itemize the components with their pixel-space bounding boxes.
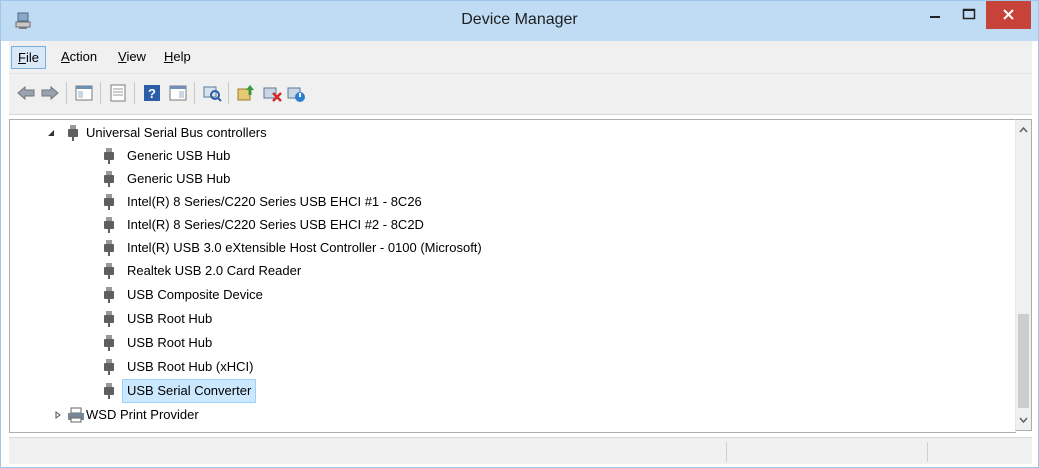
tree-category-label: Universal Serial Bus controllers <box>86 125 267 140</box>
usb-device-icon <box>104 217 114 233</box>
tree-category-wsd-print-provider[interactable]: WSD Print Provider <box>10 404 1010 426</box>
collapse-chevron-icon[interactable] <box>47 129 55 137</box>
menu-help[interactable]: Help <box>164 49 191 64</box>
tree-item-device[interactable]: USB Root Hub <box>10 332 1010 354</box>
tree-item-label: USB Composite Device <box>127 287 263 302</box>
title-bar[interactable]: Device Manager <box>1 1 1038 41</box>
usb-device-icon <box>104 287 114 303</box>
usb-device-icon <box>104 171 114 187</box>
maximize-button[interactable] <box>952 1 986 29</box>
usb-device-icon <box>104 335 114 351</box>
minimize-icon <box>930 16 940 18</box>
tree-item-device[interactable]: Intel(R) 8 Series/C220 Series USB EHCI #… <box>10 191 1010 213</box>
device-tree[interactable]: Universal Serial Bus controllers Generic… <box>9 119 1016 433</box>
menu-action[interactable]: Action <box>61 49 97 64</box>
window-title: Device Manager <box>461 11 578 28</box>
scroll-up-icon[interactable] <box>1016 120 1031 140</box>
tree-item-label: USB Root Hub <box>127 335 213 350</box>
tree-item-label: Realtek USB 2.0 Card Reader <box>127 263 302 278</box>
usb-device-icon <box>104 240 114 256</box>
tree-item-label: Intel(R) USB 3.0 eXtensible Host Control… <box>127 240 482 255</box>
tree-item-label: USB Root Hub <box>127 311 213 326</box>
show-hide-console-tree-icon[interactable] <box>73 82 95 104</box>
tree-item-device[interactable]: Realtek USB 2.0 Card Reader <box>10 260 1010 282</box>
usb-device-icon <box>104 383 114 399</box>
scroll-down-icon[interactable] <box>1016 410 1031 430</box>
tree-item-device[interactable]: Intel(R) USB 3.0 eXtensible Host Control… <box>10 237 1010 259</box>
toolbar-separator <box>194 82 195 104</box>
usb-device-icon <box>104 194 114 210</box>
help-icon[interactable]: ? <box>141 82 163 104</box>
uninstall-icon[interactable] <box>261 82 283 104</box>
tree-category-usb-controllers[interactable]: Universal Serial Bus controllers <box>10 122 1010 144</box>
menu-file[interactable]: File <box>11 46 46 69</box>
device-manager-window: Device Manager File Action View Help ? U… <box>0 0 1039 468</box>
toolbar-separator <box>100 82 101 104</box>
close-button[interactable] <box>986 1 1031 29</box>
tree-item-label: Generic USB Hub <box>127 148 231 163</box>
printer-icon <box>68 407 84 423</box>
tree-item-device-selected[interactable]: USB Serial Converter <box>10 379 1010 403</box>
enable-device-icon[interactable] <box>285 82 307 104</box>
maximize-icon <box>962 8 976 20</box>
svg-text:?: ? <box>148 86 156 101</box>
status-divider <box>726 442 727 462</box>
tree-item-device[interactable]: USB Root Hub (xHCI) <box>10 356 1010 378</box>
status-divider <box>927 442 928 462</box>
tree-item-device[interactable]: Intel(R) 8 Series/C220 Series USB EHCI #… <box>10 214 1010 236</box>
usb-device-icon <box>104 263 114 279</box>
toolbar: ? <box>9 74 1032 115</box>
toolbar-separator <box>134 82 135 104</box>
usb-device-icon <box>104 148 114 164</box>
update-driver-icon[interactable] <box>235 82 257 104</box>
tree-item-label: USB Root Hub (xHCI) <box>127 359 254 374</box>
toolbar-separator <box>228 82 229 104</box>
tree-item-device[interactable]: USB Composite Device <box>10 284 1010 306</box>
toolbar-separator <box>66 82 67 104</box>
minimize-button[interactable] <box>918 1 952 29</box>
tree-item-label: Generic USB Hub <box>127 171 231 186</box>
properties-icon[interactable] <box>107 82 129 104</box>
back-icon[interactable] <box>15 82 37 104</box>
tree-item-label: Intel(R) 8 Series/C220 Series USB EHCI #… <box>127 217 424 232</box>
vertical-scrollbar[interactable] <box>1015 119 1032 431</box>
close-icon <box>1003 9 1014 20</box>
scrollbar-thumb[interactable] <box>1018 314 1029 408</box>
expand-chevron-icon[interactable] <box>54 411 62 419</box>
scan-hardware-changes-icon[interactable] <box>201 82 223 104</box>
usb-device-icon <box>104 359 114 375</box>
menu-bar: File Action View Help <box>9 41 1032 74</box>
forward-icon[interactable] <box>39 82 61 104</box>
status-bar <box>9 437 1032 464</box>
usb-device-icon <box>104 311 114 327</box>
show-action-pane-icon[interactable] <box>167 82 189 104</box>
tree-item-label: Intel(R) 8 Series/C220 Series USB EHCI #… <box>127 194 422 209</box>
tree-item-device[interactable]: Generic USB Hub <box>10 168 1010 190</box>
tree-category-label: WSD Print Provider <box>86 407 199 422</box>
tree-item-device[interactable]: Generic USB Hub <box>10 145 1010 167</box>
usb-controller-icon <box>68 125 78 141</box>
tree-item-device[interactable]: USB Root Hub <box>10 308 1010 330</box>
tree-item-label: USB Serial Converter <box>122 379 257 403</box>
menu-view[interactable]: View <box>118 49 146 64</box>
